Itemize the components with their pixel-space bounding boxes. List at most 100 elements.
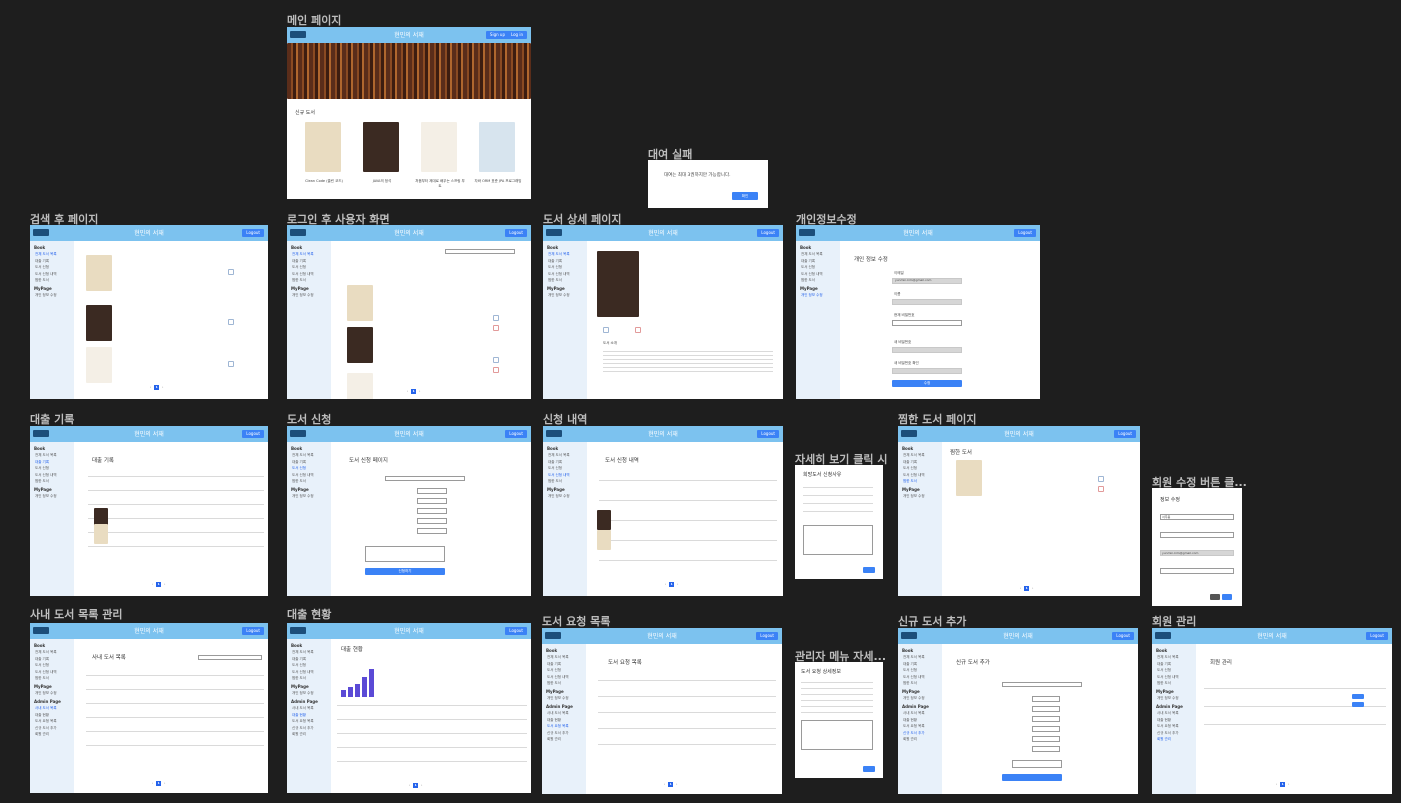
- logout-button[interactable]: Logout: [756, 632, 778, 640]
- action-button[interactable]: [228, 269, 234, 275]
- sidebar-item[interactable]: 찜한 도서: [801, 278, 840, 282]
- sidebar-item[interactable]: 개인 정보 수정: [292, 494, 331, 498]
- close-button[interactable]: [863, 567, 875, 573]
- sidebar-item[interactable]: 찜한 도서: [547, 681, 586, 685]
- sidebar-item[interactable]: 대출 기록: [35, 460, 74, 464]
- pagination[interactable]: ‹ 1 ›: [150, 385, 163, 390]
- sidebar-item[interactable]: 찜한 도서: [292, 278, 331, 282]
- new-book-title[interactable]: 처음부터 제대로 배우는 스프링 부트: [415, 179, 465, 189]
- sidebar-item[interactable]: 도서 신청 내역: [548, 473, 587, 477]
- sidebar-item[interactable]: 사내 도서 목록: [35, 706, 74, 710]
- sidebar-item[interactable]: 개인 정보 수정: [35, 494, 74, 498]
- sidebar-item[interactable]: 도서 신청 내역: [35, 473, 74, 477]
- sidebar-item[interactable]: 전체 도서 목록: [547, 655, 586, 659]
- sidebar-item[interactable]: 대출 기록: [903, 460, 942, 464]
- newbook-field[interactable]: [1032, 716, 1060, 722]
- sidebar-item[interactable]: 도서 신청 내역: [35, 272, 74, 276]
- sidebar-item[interactable]: 신규 도서 추가: [35, 726, 74, 730]
- sidebar-item[interactable]: 사내 도서 목록: [1157, 711, 1196, 715]
- sidebar-item[interactable]: 회원 관리: [35, 732, 74, 736]
- sidebar-item[interactable]: 도서 신청: [547, 668, 586, 672]
- request-field[interactable]: [417, 488, 447, 494]
- sidebar-item[interactable]: 도서 요청 목록: [35, 719, 74, 723]
- submit-button[interactable]: 수정: [892, 380, 962, 387]
- login-button[interactable]: Log in: [506, 31, 527, 39]
- cancel-button[interactable]: [1210, 594, 1220, 600]
- sidebar-item[interactable]: 대출 기록: [548, 259, 587, 263]
- sidebar-item[interactable]: 개인 정보 수정: [548, 293, 587, 297]
- wish-button[interactable]: [493, 367, 499, 373]
- sidebar-item[interactable]: 회원 관리: [903, 737, 942, 741]
- request-field[interactable]: [417, 508, 447, 514]
- pagination[interactable]: ‹ 1 ›: [1020, 586, 1033, 591]
- sidebar-item[interactable]: 전체 도서 목록: [35, 650, 74, 654]
- pagination[interactable]: ‹ 1 ›: [664, 782, 677, 787]
- confirm-button[interactable]: 확인: [732, 192, 758, 200]
- sidebar-item[interactable]: 대출 기록: [292, 259, 331, 263]
- logout-button[interactable]: Logout: [242, 229, 264, 237]
- sidebar-item[interactable]: 대출 현황: [903, 718, 942, 722]
- member-edit-input[interactable]: [1160, 568, 1234, 574]
- sidebar-item[interactable]: 개인 정보 수정: [801, 293, 840, 297]
- pagination[interactable]: ‹ 1 ›: [152, 582, 165, 587]
- sidebar-item[interactable]: 도서 신청 내역: [292, 272, 331, 276]
- profile-input[interactable]: [892, 347, 962, 353]
- sidebar-item[interactable]: 도서 신청 내역: [292, 473, 331, 477]
- member-edit-input[interactable]: [1160, 532, 1234, 538]
- sidebar-item[interactable]: 회원 관리: [292, 732, 331, 736]
- newbook-field[interactable]: [1032, 736, 1060, 742]
- reason-textarea[interactable]: [365, 546, 445, 562]
- sidebar-item[interactable]: 도서 신청: [292, 265, 331, 269]
- sidebar-item[interactable]: 대출 현황: [547, 718, 586, 722]
- signup-button[interactable]: Sign up: [485, 31, 509, 39]
- sidebar-item[interactable]: 개인 정보 수정: [292, 691, 331, 695]
- sidebar-item[interactable]: 전체 도서 목록: [903, 655, 942, 659]
- sidebar-item[interactable]: 도서 신청 내역: [547, 675, 586, 679]
- sidebar-item[interactable]: 도서 요청 목록: [903, 724, 942, 728]
- logout-button[interactable]: Logout: [757, 229, 779, 237]
- sidebar-item[interactable]: 도서 신청 내역: [35, 670, 74, 674]
- sidebar-item[interactable]: 도서 신청: [548, 265, 587, 269]
- sidebar-item[interactable]: 도서 신청: [35, 663, 74, 667]
- sidebar-item[interactable]: 회원 관리: [1157, 737, 1196, 741]
- pagination[interactable]: ‹ 1 ›: [409, 783, 422, 788]
- sidebar-item[interactable]: 전체 도서 목록: [35, 252, 74, 256]
- save-button[interactable]: [1222, 594, 1232, 600]
- member-edit-button[interactable]: [1352, 694, 1364, 699]
- sidebar-item[interactable]: 대출 현황: [292, 713, 331, 717]
- sidebar-item[interactable]: 전체 도서 목록: [292, 650, 331, 654]
- newbook-field[interactable]: [1032, 726, 1060, 732]
- sidebar-item[interactable]: 찜한 도서: [548, 479, 587, 483]
- pagination[interactable]: ‹ 1 ›: [665, 582, 678, 587]
- new-book-title[interactable]: JAVA의 정석: [357, 179, 407, 184]
- sidebar-item[interactable]: 찜한 도서: [548, 278, 587, 282]
- sidebar-item[interactable]: 개인 정보 수정: [1157, 696, 1196, 700]
- wish-button[interactable]: [493, 325, 499, 331]
- search-input[interactable]: [445, 249, 515, 254]
- sidebar-item[interactable]: 대출 현황: [35, 713, 74, 717]
- profile-input[interactable]: [892, 299, 962, 305]
- sidebar-item[interactable]: 신규 도서 추가: [292, 726, 331, 730]
- add-book-button[interactable]: [1002, 774, 1062, 781]
- sidebar-item[interactable]: 찜한 도서: [1157, 681, 1196, 685]
- newbook-field[interactable]: [1032, 696, 1060, 702]
- logout-button[interactable]: Logout: [505, 229, 527, 237]
- sidebar-item[interactable]: 도서 신청 내역: [801, 272, 840, 276]
- sidebar-item[interactable]: 도서 신청: [292, 466, 331, 470]
- logout-button[interactable]: Logout: [1014, 229, 1036, 237]
- newbook-textarea[interactable]: [1012, 760, 1062, 768]
- pagination[interactable]: ‹ 1 ›: [1276, 782, 1289, 787]
- sidebar-item[interactable]: 도서 신청 내역: [1157, 675, 1196, 679]
- sidebar-item[interactable]: 신규 도서 추가: [903, 731, 942, 735]
- sidebar-item[interactable]: 대출 기록: [548, 460, 587, 464]
- unwish-button[interactable]: [1098, 486, 1104, 492]
- sidebar-item[interactable]: 도서 신청: [35, 265, 74, 269]
- request-field[interactable]: [417, 498, 447, 504]
- rent-button[interactable]: [1098, 476, 1104, 482]
- sidebar-item[interactable]: 도서 신청: [903, 466, 942, 470]
- sidebar-item[interactable]: 도서 신청: [801, 265, 840, 269]
- sidebar-item[interactable]: 전체 도서 목록: [35, 453, 74, 457]
- search-input[interactable]: [1002, 682, 1082, 687]
- sidebar-item[interactable]: 도서 신청: [903, 668, 942, 672]
- search-input[interactable]: [198, 655, 262, 660]
